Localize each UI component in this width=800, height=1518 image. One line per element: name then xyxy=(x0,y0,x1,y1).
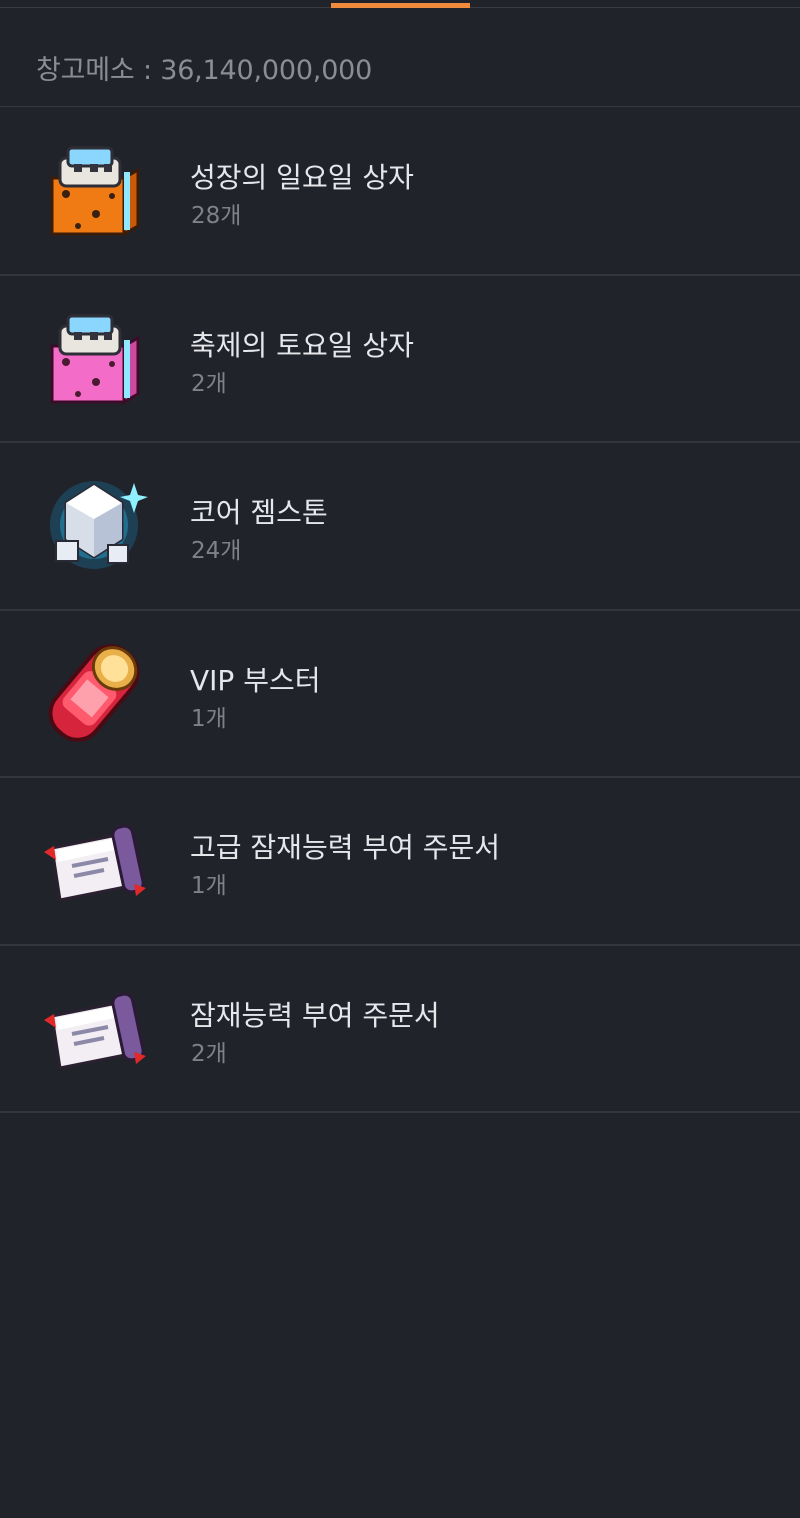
active-tab-indicator[interactable] xyxy=(331,3,470,8)
item-name: 고급 잠재능력 부여 주문서 xyxy=(190,831,501,864)
item-count: 24개 xyxy=(191,538,242,564)
list-item[interactable]: 잠재능력 부여 주문서 2개 xyxy=(0,946,800,1113)
item-count: 1개 xyxy=(191,705,227,732)
item-name: VIP 부스터 xyxy=(190,663,321,697)
storage-meso-row: 창고메소 : 36,140,000,000 xyxy=(0,10,800,107)
list-item[interactable]: 코어 젬스톤 24개 xyxy=(0,443,800,611)
list-item[interactable]: 축제의 토요일 상자 2개 xyxy=(0,276,800,443)
item-count: 28개 xyxy=(191,203,242,229)
item-name: 축제의 토요일 상자 xyxy=(190,328,414,362)
list-item[interactable]: 고급 잠재능력 부여 주문서 1개 xyxy=(0,778,800,946)
item-name: 성장의 일요일 상자 xyxy=(190,161,414,194)
tab-bar xyxy=(0,0,800,10)
item-list: 성장의 일요일 상자 28개 축제의 토요일 상자 2개 코어 젬스톤 24개 … xyxy=(0,108,800,1113)
scroll-icon xyxy=(38,804,150,916)
item-count: 2개 xyxy=(191,1040,227,1067)
item-name: 코어 젬스톤 xyxy=(190,496,328,529)
core-gemstone-icon xyxy=(38,469,150,581)
scroll-icon xyxy=(38,972,150,1084)
storage-screen: 창고메소 : 36,140,000,000 성장의 일요일 상자 28개 축제의… xyxy=(0,0,800,1518)
item-name: 잠재능력 부여 주문서 xyxy=(190,998,440,1032)
list-item[interactable]: VIP 부스터 1개 xyxy=(0,611,800,778)
list-item[interactable]: 성장의 일요일 상자 28개 xyxy=(0,108,800,276)
saturday-box-icon xyxy=(38,302,150,414)
storage-meso-label: 창고메소 : 36,140,000,000 xyxy=(36,55,373,86)
sunday-box-icon xyxy=(38,134,150,246)
item-count: 1개 xyxy=(191,873,227,899)
item-count: 2개 xyxy=(191,370,227,397)
vip-booster-icon xyxy=(38,637,150,749)
